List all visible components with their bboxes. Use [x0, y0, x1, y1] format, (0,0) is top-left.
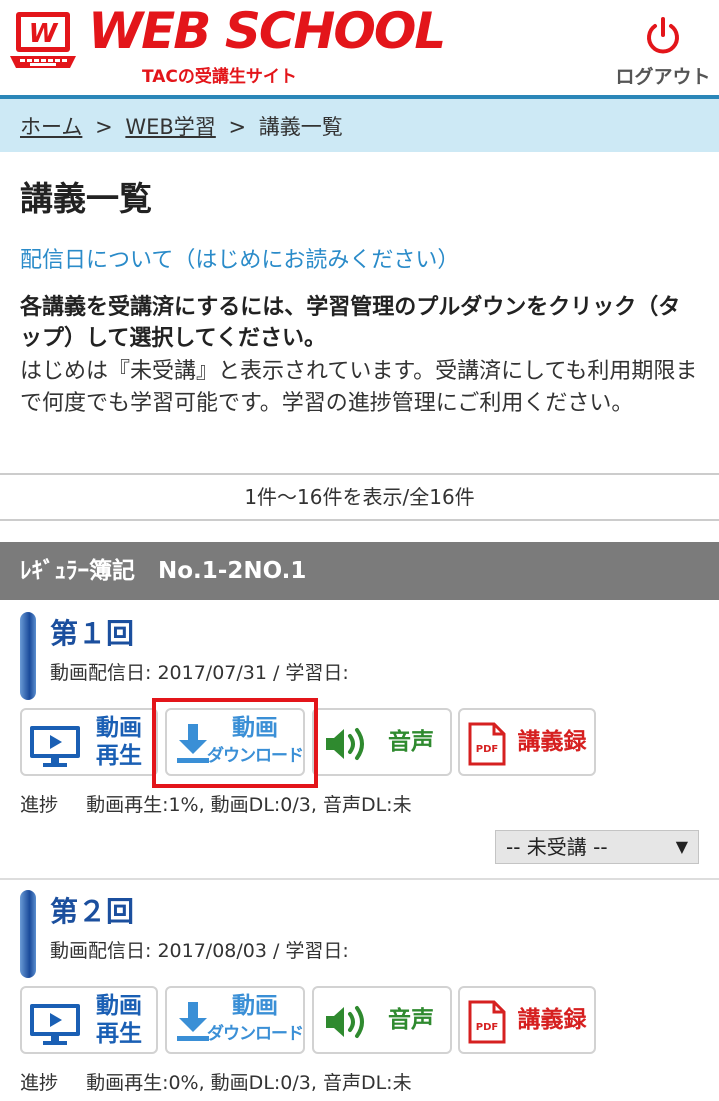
logout-label: ログアウト [615, 66, 711, 88]
lecture-date: 動画配信日: 2017/08/03 / 学習日: [50, 940, 349, 962]
video-play-line1: 動画 [96, 715, 142, 741]
breadcrumb-separator: > [228, 115, 247, 139]
progress-label: 進捗 [20, 794, 59, 816]
lecture-progress: 進捗 動画再生:0%, 動画DL:0/3, 音声DL:未 [20, 1068, 412, 1095]
video-download-label: 動画 ダウンロード [207, 992, 304, 1048]
web-school-logo[interactable]: W WEB SCHOOL TACの受講生サイト [6, 2, 446, 90]
lecture-progress: 進捗 動画再生:1%, 動画DL:0/3, 音声DL:未 [20, 790, 412, 817]
lecture-marker [20, 612, 36, 700]
lecture-date: 動画配信日: 2017/07/31 / 学習日: [50, 662, 349, 684]
lecture-notes-label: 講義録 [517, 1007, 587, 1033]
video-download-line2: ダウンロード [207, 1024, 304, 1044]
laptop-logo-icon: W [10, 12, 76, 68]
power-icon [647, 17, 679, 54]
video-play-label: 動画 再生 [86, 714, 152, 770]
speaker-icon [326, 728, 364, 760]
breadcrumb: ホーム > WEB学習 > 講義一覧 [0, 99, 719, 152]
audio-button[interactable]: 音声 [312, 986, 452, 1054]
progress-value: 動画再生:1%, 動画DL:0/3, 音声DL:未 [86, 794, 412, 816]
pdf-icon-text: PDF [476, 744, 498, 755]
header: W WEB SCHOOL TACの受講生サイト ログアウト [0, 0, 719, 99]
video-play-label: 動画 再生 [86, 992, 152, 1048]
logout-button[interactable]: ログアウト [613, 16, 713, 88]
video-download-button[interactable]: 動画 ダウンロード [165, 986, 305, 1054]
result-count: 1件〜16件を表示/全16件 [0, 473, 719, 521]
lecture-marker [20, 890, 36, 978]
logo-text: WEB SCHOOL [88, 2, 446, 60]
logo-subtitle: TACの受講生サイト [142, 67, 297, 87]
video-download-line1: 動画 [232, 993, 278, 1019]
video-play-button[interactable]: 動画 再生 [20, 986, 158, 1054]
video-play-line2: 再生 [96, 743, 142, 769]
highlight-box [152, 698, 318, 788]
page-title: 講義一覧 [20, 179, 152, 218]
monitor-play-icon [30, 1004, 80, 1045]
speaker-icon [326, 1006, 364, 1038]
audio-button[interactable]: 音声 [312, 708, 452, 776]
video-play-button[interactable]: 動画 再生 [20, 708, 158, 776]
course-header: ﾚｷﾞｭﾗｰ簿記 No.1-2NO.1 [0, 542, 719, 600]
progress-label: 進捗 [20, 1072, 59, 1094]
dropdown-arrow-icon: ▼ [675, 837, 688, 856]
pdf-icon-text: PDF [476, 1022, 498, 1033]
lecture-notes-button[interactable]: PDF 講義録 [458, 708, 596, 776]
progress-value: 動画再生:0%, 動画DL:0/3, 音声DL:未 [86, 1072, 412, 1094]
breadcrumb-home[interactable]: ホーム [20, 115, 82, 139]
pdf-icon: PDF [468, 722, 506, 766]
lecture-title: 第２回 [50, 895, 135, 928]
download-icon [177, 1002, 209, 1041]
breadcrumb-current: 講義一覧 [258, 115, 343, 139]
lecture-card-2: 第２回 動画配信日: 2017/08/03 / 学習日: 動画 再生 動画 ダウ… [0, 880, 719, 1101]
svg-text:W: W [29, 19, 59, 49]
lecture-title: 第１回 [50, 617, 135, 650]
breadcrumb-separator: > [95, 115, 113, 139]
study-status-value: -- 未受講 -- [506, 835, 608, 859]
video-play-line1: 動画 [96, 993, 142, 1019]
audio-label: 音声 [388, 1007, 434, 1033]
breadcrumb-web[interactable]: WEB学習 [125, 115, 215, 139]
instructions-bold: 各講義を受講済にするには、学習管理のプルダウンをクリック（タップ）して選択してく… [20, 295, 681, 351]
video-play-line2: 再生 [96, 1021, 142, 1047]
instructions-body: はじめは『未受講』と表示されています。受講済にしても利用期限まで何度でも学習可能… [20, 359, 698, 416]
study-status-select[interactable]: -- 未受講 -- ▼ [495, 830, 699, 864]
audio-label: 音声 [388, 729, 434, 755]
lecture-notes-button[interactable]: PDF 講義録 [458, 986, 596, 1054]
monitor-play-icon [30, 726, 80, 767]
lecture-card-1: 第１回 動画配信日: 2017/07/31 / 学習日: 動画 再生 動画 ダウ… [0, 600, 719, 878]
delivery-date-info-link[interactable]: 配信日について（はじめにお読みください） [20, 242, 459, 274]
pdf-icon: PDF [468, 1000, 506, 1044]
lecture-notes-label: 講義録 [517, 729, 587, 755]
